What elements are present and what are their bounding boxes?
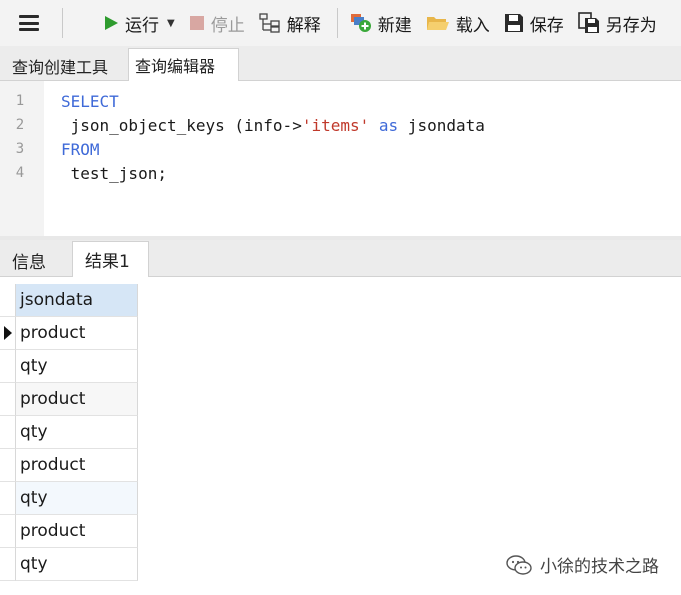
code-line-3: 3 FROM	[0, 137, 100, 161]
stop-button[interactable]: 停止	[189, 0, 245, 46]
table-cell[interactable]: qty	[16, 482, 138, 515]
folder-icon	[426, 14, 450, 32]
code-line-2: 2 json_object_keys (info->'items' as jso…	[0, 113, 485, 137]
line-number: 2	[15, 117, 25, 133]
row-header-corner	[0, 284, 16, 317]
save-as-label: 另存为	[605, 15, 657, 36]
table-cell[interactable]: qty	[16, 548, 138, 581]
new-query-icon	[350, 13, 372, 33]
tab-query-editor[interactable]: 查询编辑器	[128, 48, 239, 81]
line-number: 1	[15, 93, 25, 109]
save-button[interactable]: 保存	[504, 0, 564, 46]
editor-tab-bar: 查询创建工具 查询编辑器	[0, 46, 681, 81]
save-as-button[interactable]: 另存为	[577, 0, 657, 46]
table-row[interactable]: qty	[0, 482, 140, 515]
load-button[interactable]: 载入	[426, 0, 490, 46]
table-cell[interactable]: qty	[16, 416, 138, 449]
save-icon	[504, 13, 524, 33]
row-indicator[interactable]	[0, 449, 16, 482]
run-label: 运行	[125, 15, 159, 36]
toolbar-divider	[62, 8, 63, 38]
code-text: test_json;	[61, 163, 167, 183]
column-header-jsondata[interactable]: jsondata	[16, 284, 138, 317]
table-row[interactable]: qty	[0, 548, 140, 581]
run-dropdown-icon[interactable]: ▼	[167, 18, 175, 29]
row-indicator[interactable]	[0, 482, 16, 515]
grid-header-row: jsondata	[0, 284, 140, 317]
new-label: 新建	[377, 15, 412, 36]
row-indicator[interactable]	[0, 515, 16, 548]
code-text: json_object_keys (info->	[61, 115, 302, 135]
sql-editor[interactable]: 1 SELECT 2 json_object_keys (info->'item…	[0, 81, 681, 237]
stop-icon	[189, 15, 205, 31]
table-cell[interactable]: product	[16, 515, 138, 548]
save-label: 保存	[529, 15, 564, 36]
sql-keyword: SELECT	[61, 91, 119, 111]
save-as-icon	[577, 12, 600, 34]
wechat-icon	[506, 554, 532, 576]
watermark: 小徐的技术之路	[506, 552, 659, 577]
sql-keyword: as	[378, 115, 399, 135]
table-cell[interactable]: product	[16, 449, 138, 482]
explain-button[interactable]: 解释	[259, 0, 321, 46]
play-icon	[103, 15, 119, 31]
row-indicator[interactable]	[0, 548, 16, 581]
current-row-icon	[3, 326, 12, 340]
menu-button[interactable]	[0, 0, 58, 46]
stop-label: 停止	[210, 15, 245, 36]
line-number: 3	[15, 141, 25, 157]
load-label: 载入	[455, 15, 490, 36]
table-row[interactable]: qty	[0, 416, 140, 449]
row-indicator[interactable]	[0, 350, 16, 383]
table-row[interactable]: product	[0, 317, 140, 350]
new-button[interactable]: 新建	[350, 0, 412, 46]
result-tab-bar: 信息 结果1	[0, 240, 681, 277]
explain-label: 解释	[286, 15, 321, 36]
code-text: jsondata	[398, 115, 485, 135]
table-cell[interactable]: qty	[16, 350, 138, 383]
table-cell[interactable]: product	[16, 317, 138, 350]
run-button[interactable]: 运行 ▼	[103, 0, 175, 46]
table-row[interactable]: product	[0, 515, 140, 548]
row-indicator[interactable]	[0, 416, 16, 449]
tab-result-1[interactable]: 结果1	[72, 241, 149, 277]
table-cell[interactable]: product	[16, 383, 138, 416]
toolbar: 运行 ▼ 停止 解释 新建 载入 保存 另存为	[0, 0, 681, 46]
table-row[interactable]: qty	[0, 350, 140, 383]
toolbar-divider	[336, 8, 338, 38]
table-row[interactable]: product	[0, 449, 140, 482]
explain-icon	[259, 13, 281, 33]
tab-messages[interactable]: 信息	[0, 243, 58, 277]
sql-keyword: FROM	[61, 139, 100, 159]
line-number: 4	[15, 165, 25, 181]
hamburger-icon	[19, 15, 39, 31]
code-line-4: 4 test_json;	[0, 161, 167, 185]
row-indicator[interactable]	[0, 383, 16, 416]
tab-query-builder[interactable]: 查询创建工具	[6, 52, 122, 80]
sql-string: 'items'	[301, 115, 370, 135]
code-line-1: 1 SELECT	[0, 89, 119, 113]
row-indicator[interactable]	[0, 317, 16, 350]
watermark-text: 小徐的技术之路	[540, 557, 659, 577]
table-row[interactable]: product	[0, 383, 140, 416]
